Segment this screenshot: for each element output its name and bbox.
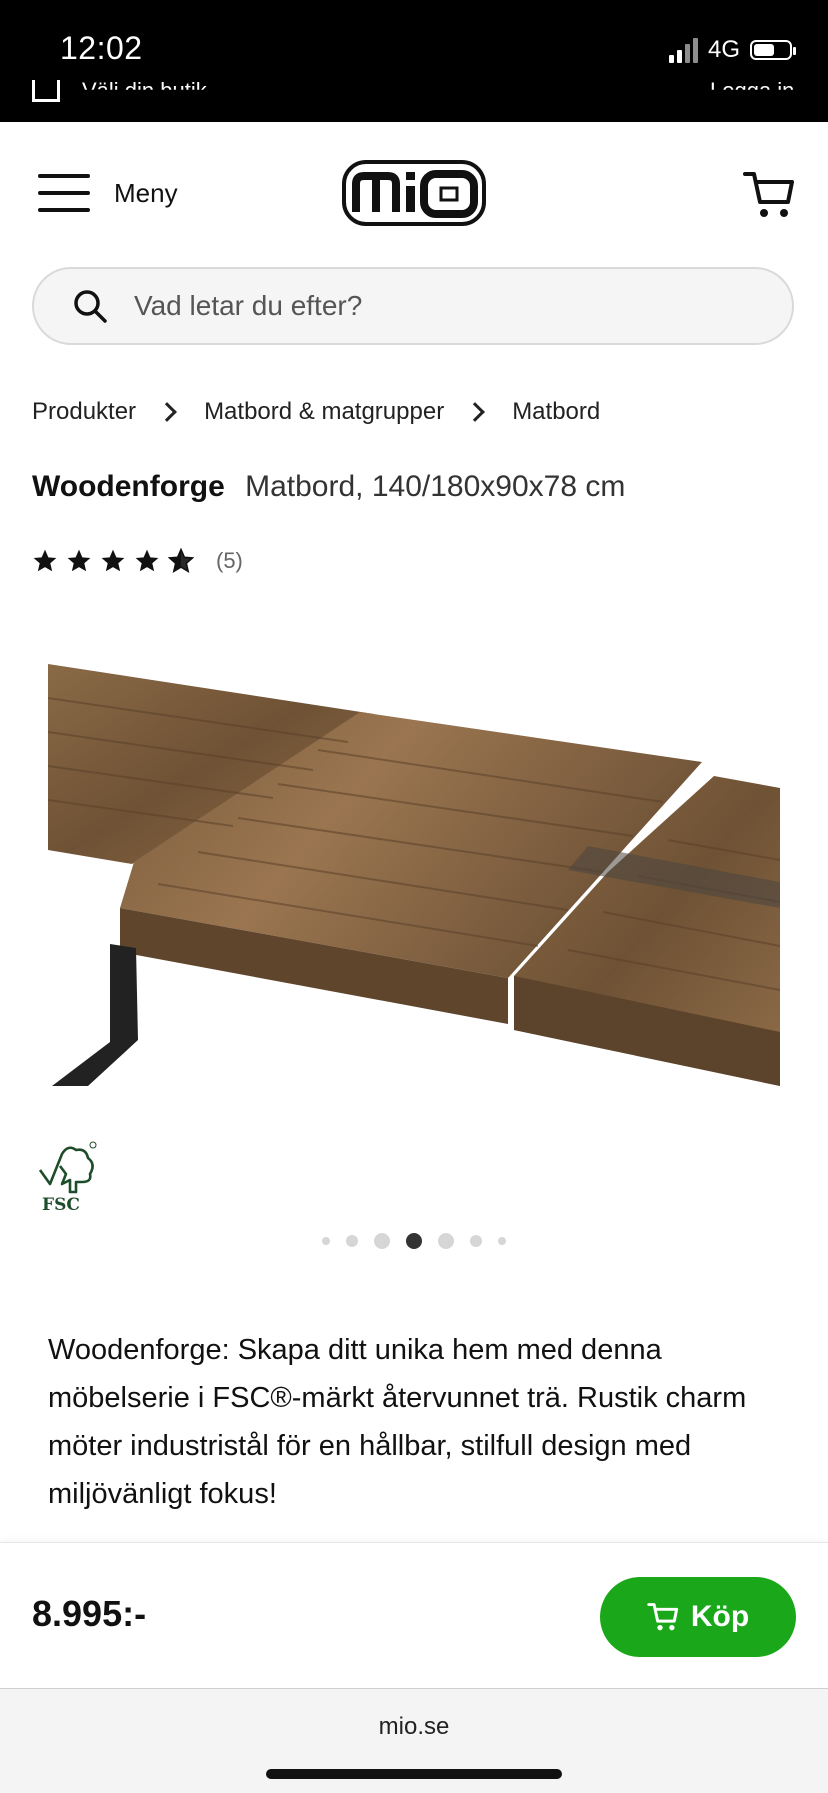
rating-count: (5) bbox=[216, 548, 243, 573]
chevron-right-icon bbox=[157, 402, 177, 422]
fsc-logo: FSC bbox=[36, 1140, 98, 1215]
carousel-dot[interactable] bbox=[498, 1237, 506, 1245]
half-star-icon bbox=[168, 548, 194, 573]
cart-icon[interactable] bbox=[742, 170, 796, 225]
buy-button[interactable]: Köp bbox=[600, 1577, 796, 1657]
menu-icon bbox=[38, 174, 90, 212]
star-icon bbox=[33, 549, 57, 572]
product-description: Woodenforge: Skapa ditt unika hem med de… bbox=[48, 1334, 747, 1510]
chevron-right-icon bbox=[465, 402, 486, 422]
star-icon bbox=[67, 549, 91, 572]
product-image[interactable] bbox=[47, 650, 781, 1086]
carousel-dot[interactable] bbox=[470, 1235, 482, 1247]
search-bar[interactable] bbox=[32, 267, 794, 345]
store-icon bbox=[32, 80, 60, 102]
signal-icon bbox=[668, 37, 698, 63]
carousel-dot[interactable] bbox=[438, 1233, 454, 1249]
breadcrumb-matbord[interactable]: Matbord bbox=[512, 398, 600, 426]
rating-stars bbox=[32, 548, 194, 574]
carousel-dot[interactable] bbox=[374, 1233, 390, 1249]
buy-bar: 8.995:- Köp bbox=[0, 1542, 828, 1689]
search-icon bbox=[74, 290, 107, 323]
status-time: 12:02 bbox=[60, 30, 143, 66]
star-icon bbox=[135, 549, 159, 572]
menu-button[interactable]: Meny bbox=[38, 174, 178, 212]
login-link[interactable]: Logga in bbox=[710, 78, 794, 90]
network-type: 4G bbox=[707, 36, 740, 63]
image-carousel-dots[interactable] bbox=[0, 1233, 828, 1249]
breadcrumb-produkter[interactable]: Produkter bbox=[32, 398, 136, 426]
carousel-dot-active[interactable] bbox=[406, 1233, 422, 1249]
product-price: 8.995:- bbox=[32, 1593, 147, 1634]
product-title: Woodenforge Matbord, 140/180x90x78 cm bbox=[32, 470, 625, 504]
home-indicator[interactable] bbox=[266, 1769, 562, 1779]
search-input[interactable] bbox=[132, 289, 736, 323]
mio-logo[interactable] bbox=[342, 160, 486, 231]
breadcrumb: Produkter Matbord & matgrupper Matbord bbox=[32, 398, 600, 426]
buy-button-label: Köp bbox=[690, 1600, 750, 1633]
site-header: Meny bbox=[0, 122, 828, 270]
product-subtitle: Matbord, 140/180x90x78 cm bbox=[245, 470, 626, 503]
breadcrumb-matbord-matgrupper[interactable]: Matbord & matgrupper bbox=[204, 398, 444, 426]
menu-label: Meny bbox=[114, 177, 178, 208]
product-brand: Woodenforge bbox=[32, 470, 225, 503]
battery-icon bbox=[750, 40, 796, 60]
carousel-dot[interactable] bbox=[322, 1237, 330, 1245]
fsc-label: FSC bbox=[42, 1195, 80, 1214]
cart-icon-small bbox=[647, 1603, 678, 1631]
store-link[interactable]: Välj din butik bbox=[82, 78, 207, 90]
star-icon bbox=[101, 549, 125, 572]
url-display[interactable]: mio.se bbox=[0, 1713, 828, 1741]
browser-bar: mio.se bbox=[0, 1688, 828, 1793]
carousel-dot[interactable] bbox=[346, 1235, 358, 1247]
product-rating[interactable]: (5) bbox=[32, 548, 243, 574]
status-indicators: 4G bbox=[668, 36, 796, 64]
status-bar: 12:02 4G Välj din butik Logga in bbox=[0, 0, 828, 122]
